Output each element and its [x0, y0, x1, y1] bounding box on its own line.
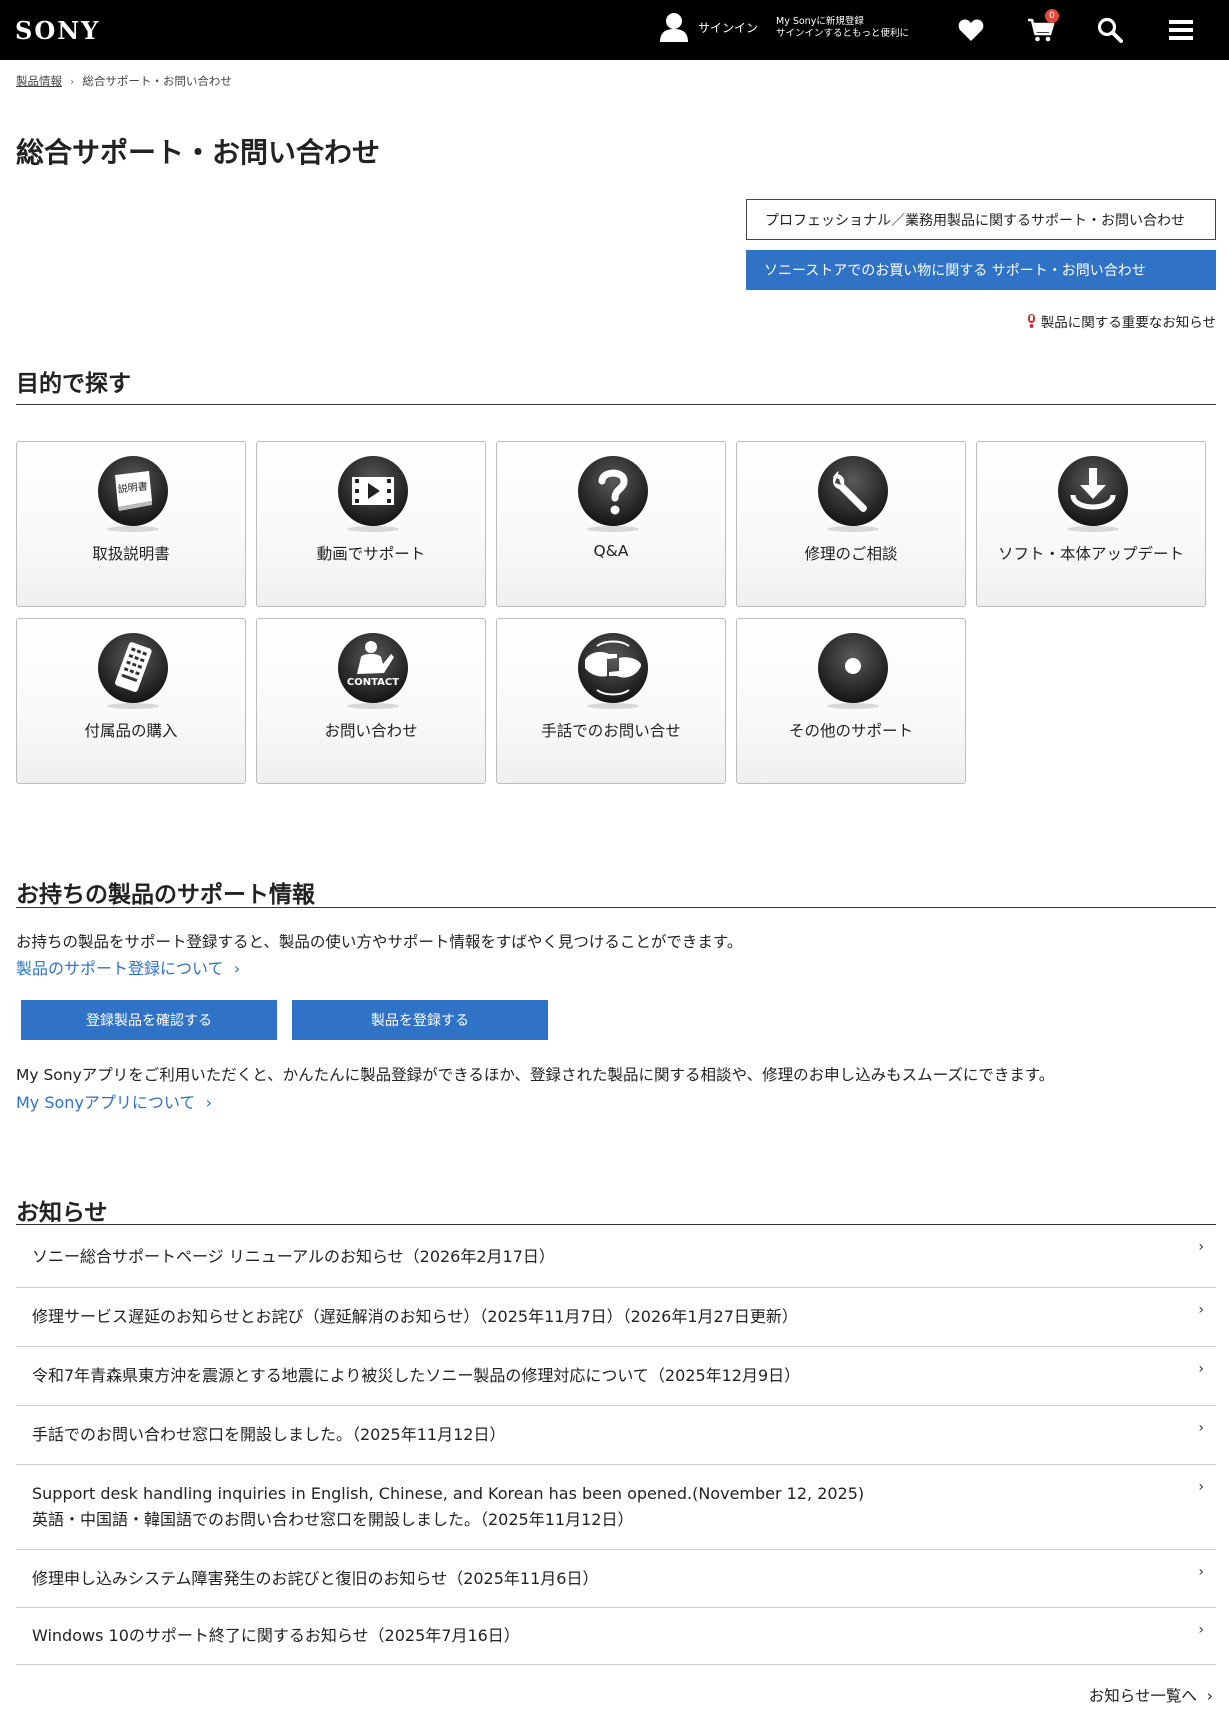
cart-button[interactable]: 0 [1025, 9, 1059, 46]
register-product-button[interactable]: 製品を登録する [292, 1000, 548, 1040]
favorites-button[interactable] [955, 14, 987, 46]
sign-language-icon [578, 633, 648, 709]
signin-promo[interactable]: My Sonyに新規登録 サインインするともっと便利に [776, 16, 909, 40]
tile-label: Q&A [593, 542, 629, 560]
tile-contact[interactable]: CONTACT お問い合わせ [256, 618, 486, 784]
news-item[interactable]: ソニー総合サポートページ リニューアルのお知らせ（2026年2月17日） › [16, 1225, 1216, 1288]
search-icon [1097, 17, 1123, 43]
signin-button[interactable]: サインイン [660, 12, 758, 42]
my-sony-app-link[interactable]: My Sonyアプリについて › [16, 1089, 212, 1113]
other-support-icon [818, 633, 888, 709]
my-products-section-title: お持ちの製品のサポート情報 [16, 882, 315, 908]
page-title: 総合サポート・お問い合わせ [16, 136, 381, 169]
news-item-text: 令和7年青森県東方沖を震源とする地震により被災したソニー製品の修理対応について（… [32, 1366, 801, 1385]
download-icon [1058, 456, 1128, 532]
tile-manual[interactable]: 説明書 取扱説明書 [16, 441, 246, 607]
chevron-right-icon: › [1198, 1479, 1204, 1495]
global-header: SONY サインイン My Sonyに新規登録 サインインするともっと便利に 0 [0, 0, 1229, 60]
signin-label: サインイン [698, 20, 759, 35]
news-item-text: ソニー総合サポートページ リニューアルのお知らせ（2026年2月17日） [32, 1247, 555, 1266]
chevron-right-icon: › [1198, 1239, 1204, 1255]
tile-label: 動画でサポート [316, 545, 426, 563]
menu-button[interactable] [1165, 14, 1197, 46]
sony-logo[interactable]: SONY [15, 16, 100, 45]
chevron-right-icon: › [1198, 1420, 1204, 1436]
heart-icon [958, 19, 984, 41]
news-item-text: Support desk handling inquiries in Engli… [32, 1484, 865, 1503]
question-icon [578, 456, 648, 532]
news-item[interactable]: 修理サービス遅延のお知らせとお詫び（遅延解消のお知らせ）（2025年11月7日）… [16, 1288, 1216, 1347]
wrench-icon [818, 456, 888, 532]
manual-icon: 説明書 [98, 456, 168, 532]
news-item[interactable]: Support desk handling inquiries in Engli… [16, 1465, 1216, 1550]
chevron-right-icon: › [1198, 1361, 1204, 1377]
search-button[interactable] [1094, 14, 1126, 46]
chevron-right-icon: › [1198, 1564, 1204, 1580]
tile-label: 付属品の購入 [84, 722, 178, 740]
news-item-text: 手話でのお問い合わせ窓口を開設しました。（2025年11月12日） [32, 1425, 506, 1444]
news-item-text-secondary: 英語・中国語・韓国語でのお問い合わせ窓口を開設しました。（2025年11月12日… [32, 1510, 634, 1529]
support-registration-info-link[interactable]: 製品のサポート登録について › [16, 955, 240, 979]
purpose-section-title: 目的で探す [16, 371, 131, 397]
section-divider [16, 404, 1216, 405]
news-all-link[interactable]: お知らせ一覧へ › [1089, 1684, 1213, 1706]
sony-store-support-link[interactable]: ソニーストアでのお買い物に関する サポート・お問い合わせ [746, 250, 1216, 290]
professional-support-link[interactable]: プロフェッショナル／業務用製品に関するサポート・お問い合わせ [746, 199, 1216, 240]
menu-icon [1169, 20, 1193, 40]
my-products-description: お持ちの製品をサポート登録すると、製品の使い方やサポート情報をすばやく見つけるこ… [16, 933, 743, 951]
breadcrumb: 製品情報 › 総合サポート・お問い合わせ [16, 73, 232, 89]
chevron-right-icon: › [70, 74, 75, 88]
important-notice-label: 製品に関する重要なお知らせ [1040, 315, 1216, 331]
news-item-text: 修理サービス遅延のお知らせとお詫び（遅延解消のお知らせ）（2025年11月7日）… [32, 1307, 798, 1326]
tile-other-support[interactable]: その他のサポート [736, 618, 966, 784]
tile-repair[interactable]: 修理のご相談 [736, 441, 966, 607]
tile-label: 手話でのお問い合せ [541, 722, 681, 740]
tile-label: その他のサポート [788, 722, 913, 740]
chevron-right-icon: › [228, 959, 241, 978]
news-item-text: 修理申し込みシステム障害発生のお詫びと復旧のお知らせ（2025年11月6日） [32, 1569, 599, 1588]
my-sony-app-description: My Sonyアプリをご利用いただくと、かんたんに製品登録ができるほか、登録され… [16, 1066, 1055, 1084]
chevron-right-icon: › [1198, 1302, 1204, 1318]
tile-update[interactable]: ソフト・本体アップデート [976, 441, 1206, 607]
cart-count-badge: 0 [1045, 9, 1059, 23]
tile-label: 取扱説明書 [92, 545, 170, 563]
tile-accessories[interactable]: 付属品の購入 [16, 618, 246, 784]
tile-label: ソフト・本体アップデート [997, 545, 1184, 563]
svg-text:CONTACT: CONTACT [347, 677, 399, 688]
news-item[interactable]: Windows 10のサポート終了に関するお知らせ（2025年7月16日） › [16, 1608, 1216, 1665]
user-icon [660, 13, 688, 42]
breadcrumb-home-link[interactable]: 製品情報 [16, 73, 62, 89]
news-item[interactable]: 修理申し込みシステム障害発生のお詫びと復旧のお知らせ（2025年11月6日） › [16, 1550, 1216, 1608]
accessory-icon [98, 633, 168, 709]
news-item[interactable]: 令和7年青森県東方沖を震源とする地震により被災したソニー製品の修理対応について（… [16, 1347, 1216, 1406]
tile-qa[interactable]: Q&A [496, 441, 726, 607]
news-item[interactable]: 手話でのお問い合わせ窓口を開設しました。（2025年11月12日） › [16, 1406, 1216, 1465]
tile-sign-language[interactable]: 手話でのお問い合せ [496, 618, 726, 784]
news-item-text: Windows 10のサポート終了に関するお知らせ（2025年7月16日） [32, 1626, 520, 1645]
news-section-title: お知らせ [16, 1200, 108, 1226]
section-divider [16, 907, 1216, 908]
chevron-right-icon: › [200, 1093, 213, 1112]
contact-icon: CONTACT [338, 633, 408, 709]
tile-video-support[interactable]: 動画でサポート [256, 441, 486, 607]
chevron-right-icon: › [1198, 1622, 1204, 1638]
breadcrumb-current: 総合サポート・お問い合わせ [82, 74, 232, 88]
tile-label: 修理のご相談 [804, 545, 898, 563]
exclamation-icon [1027, 314, 1035, 328]
important-notice-link[interactable]: 製品に関する重要なお知らせ [1027, 311, 1216, 331]
check-registered-products-button[interactable]: 登録製品を確認する [21, 1000, 277, 1040]
chevron-right-icon: › [1201, 1687, 1213, 1705]
tile-label: お問い合わせ [324, 722, 418, 740]
video-icon [338, 456, 408, 532]
